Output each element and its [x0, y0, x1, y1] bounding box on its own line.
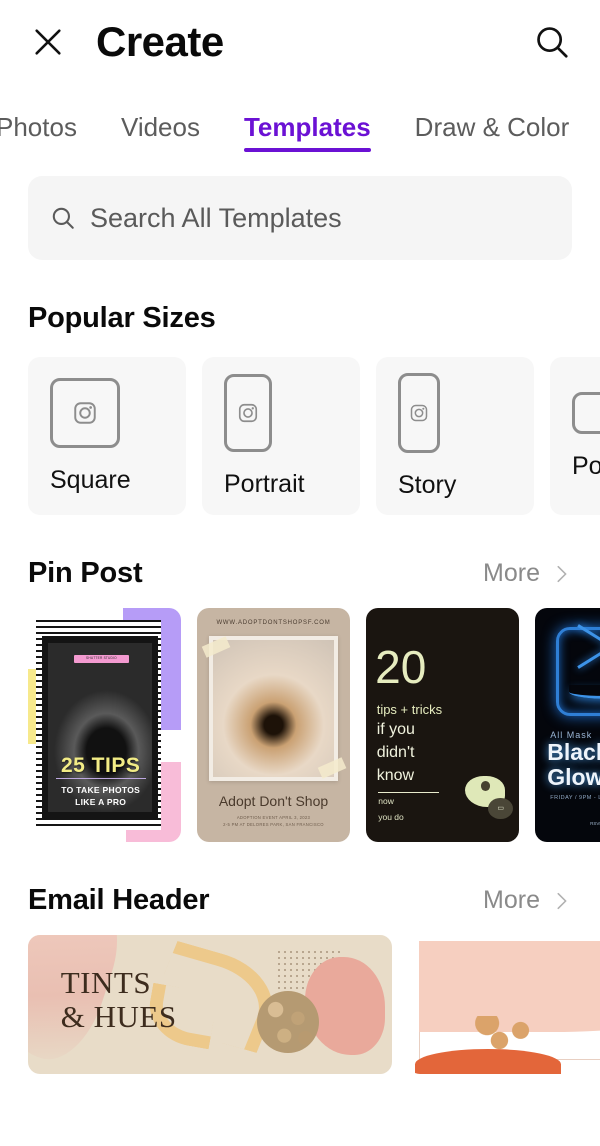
size-card-square[interactable]: Square: [28, 357, 186, 515]
pin-post-header: Pin Post More: [0, 557, 600, 590]
tab-photos-label: Photos: [0, 112, 77, 142]
template-fine-print: ADOPTION EVENT APRIL 3, 2023 2-5 PM AT D…: [209, 814, 338, 828]
instagram-icon: [238, 403, 258, 422]
page-title: Create: [96, 18, 224, 65]
size-card-story[interactable]: Story: [376, 357, 534, 515]
tab-videos[interactable]: Videos: [99, 114, 222, 156]
close-icon: [35, 29, 61, 55]
template-card-tints-and-hues[interactable]: TINTS & HUES: [28, 935, 392, 1074]
email-header-row[interactable]: TINTS & HUES HELLO: [0, 917, 600, 1074]
template-line4: know: [376, 767, 415, 785]
tab-draw-and-color[interactable]: Draw & Color: [393, 114, 592, 156]
email-header-header: Email Header More: [0, 884, 600, 917]
template-line5: now: [378, 796, 394, 807]
story-frame-icon: [398, 372, 440, 453]
template-subhead-line1: TO TAKE PHOTOS: [61, 784, 141, 795]
tab-templates[interactable]: Templates: [222, 114, 393, 156]
tab-templates-label: Templates: [243, 112, 371, 142]
template-line1: tips + tricks: [376, 701, 443, 717]
search-field[interactable]: Search All Templates: [28, 176, 572, 260]
size-card-post-label: Post: [572, 451, 600, 480]
search-icon: [52, 207, 74, 229]
template-card-adopt-dont-shop[interactable]: WWW.ADOPTDONTSHOPSF.COM Adopt Don't Shop…: [197, 608, 350, 842]
template-caption: Adopt Don't Shop: [218, 792, 329, 809]
template-badge: SHUTTER STUDIO: [73, 654, 129, 664]
decor-glitter-circle: [257, 990, 320, 1054]
close-button[interactable]: [26, 20, 70, 64]
template-title: TINTS & HUES: [60, 964, 177, 1035]
search-button[interactable]: [528, 18, 576, 66]
template-card-hello-header[interactable]: HELLO: [408, 935, 600, 1074]
template-title-line2: & HUES: [60, 999, 177, 1035]
instagram-icon: [74, 401, 96, 424]
section-title-pin-post: Pin Post: [28, 557, 143, 589]
template-line2: if you: [376, 721, 415, 739]
pin-post-more-button[interactable]: More: [483, 559, 572, 588]
template-rule: [55, 777, 146, 779]
template-line6: you do: [378, 811, 404, 822]
chevron-right-icon: [557, 892, 567, 909]
template-footer: RSVP ONLINE: [590, 820, 600, 826]
email-header-more-label: More: [483, 886, 540, 914]
pin-post-row[interactable]: SHUTTER STUDIO 25 TIPS TO TAKE PHOTOS LI…: [0, 590, 600, 842]
size-card-portrait-label: Portrait: [224, 469, 305, 498]
square-frame-icon: [50, 377, 120, 448]
post-frame-icon: [572, 391, 600, 434]
template-title-line1: TINTS: [60, 964, 152, 1000]
instagram-icon: [410, 404, 428, 421]
template-subhead: TO TAKE PHOTOS LIKE A PRO: [49, 784, 152, 809]
top-bar: Create: [0, 0, 600, 84]
template-subhead-line2: LIKE A PRO: [75, 796, 127, 807]
size-card-square-label: Square: [50, 465, 131, 494]
search-icon: [537, 27, 568, 58]
template-headline: 25 TIPS: [60, 754, 141, 778]
popular-sizes-row[interactable]: Square Portrait Story Po: [0, 335, 600, 515]
template-title-line2: Glow: [547, 763, 600, 790]
decor-seeds: [466, 1015, 554, 1052]
decor-glow-mask: [556, 626, 600, 716]
chevron-right-icon: [557, 565, 567, 582]
size-card-post[interactable]: Post: [550, 357, 600, 515]
pin-post-more-label: More: [483, 559, 540, 587]
template-card-25-tips-photography[interactable]: SHUTTER STUDIO 25 TIPS TO TAKE PHOTOS LI…: [28, 608, 181, 842]
decor-chip-icon: ▭: [488, 797, 513, 819]
template-card-20-tips-tricks[interactable]: 20 tips + tricks if you didn't know now …: [366, 608, 519, 842]
template-line3: didn't: [376, 743, 415, 761]
section-title-popular-sizes: Popular Sizes: [28, 302, 216, 334]
tab-bar: Photos Videos Templates Draw & Color: [0, 84, 600, 156]
size-card-story-label: Story: [398, 470, 457, 499]
template-fine-line1: ADOPTION EVENT APRIL 3, 2023: [236, 814, 311, 820]
tab-videos-label: Videos: [120, 112, 200, 142]
decor-pink-blob: [304, 957, 385, 1055]
template-details: FRIDAY / 9PM - LATE: [550, 795, 600, 802]
template-url: WWW.ADOPTDONTSHOPSF.COM: [216, 619, 331, 626]
template-photo-dog: [213, 640, 334, 778]
popular-sizes-header: Popular Sizes: [0, 302, 600, 335]
email-header-more-button[interactable]: More: [483, 886, 572, 915]
template-polaroid-frame: [209, 636, 338, 782]
active-tab-indicator: [243, 148, 371, 152]
portrait-frame-icon: [224, 373, 272, 452]
size-card-portrait[interactable]: Portrait: [202, 357, 360, 515]
template-title-line1: Blacklight: [547, 739, 600, 766]
template-card-blacklight-glow-party[interactable]: All Mask Blacklight Glow FRIDAY / 9PM - …: [535, 608, 600, 842]
template-fine-line2: 2-5 PM AT DELORES PARK, SAN FRANCISCO: [223, 822, 324, 828]
decor-dot: [480, 781, 490, 791]
tab-photos[interactable]: Photos: [0, 114, 99, 156]
template-number: 20: [375, 640, 427, 693]
decor-orange-hill: [415, 1048, 561, 1074]
template-rule: [378, 791, 440, 793]
search-input[interactable]: Search All Templates: [90, 203, 342, 234]
section-title-email-header: Email Header: [28, 884, 210, 916]
tab-draw-and-color-label: Draw & Color: [414, 112, 570, 142]
